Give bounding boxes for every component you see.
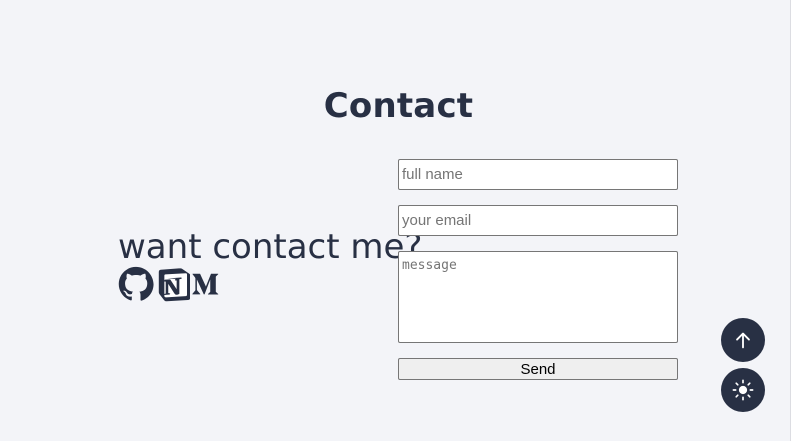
contact-page: Contact want contact me? full name your … xyxy=(0,0,791,441)
contact-form: Send xyxy=(398,159,678,380)
email-input[interactable] xyxy=(398,205,678,236)
message-textarea[interactable] xyxy=(398,251,678,343)
arrow-up-icon xyxy=(732,329,754,351)
scroll-to-top-button[interactable] xyxy=(721,318,765,362)
social-links xyxy=(118,266,422,302)
github-icon xyxy=(118,266,154,302)
send-button[interactable]: Send xyxy=(398,358,678,380)
full-name-input[interactable] xyxy=(398,159,678,190)
github-link[interactable] xyxy=(118,266,154,302)
medium-icon xyxy=(190,266,226,302)
theme-toggle-button[interactable] xyxy=(721,368,765,412)
contact-tagline: want contact me? xyxy=(118,227,423,267)
sun-icon xyxy=(732,379,754,401)
page-title: Contact xyxy=(323,86,474,126)
notion-link[interactable] xyxy=(154,266,190,302)
medium-link[interactable] xyxy=(190,266,226,302)
contact-intro: want contact me? xyxy=(118,226,422,302)
notion-icon xyxy=(154,266,190,302)
